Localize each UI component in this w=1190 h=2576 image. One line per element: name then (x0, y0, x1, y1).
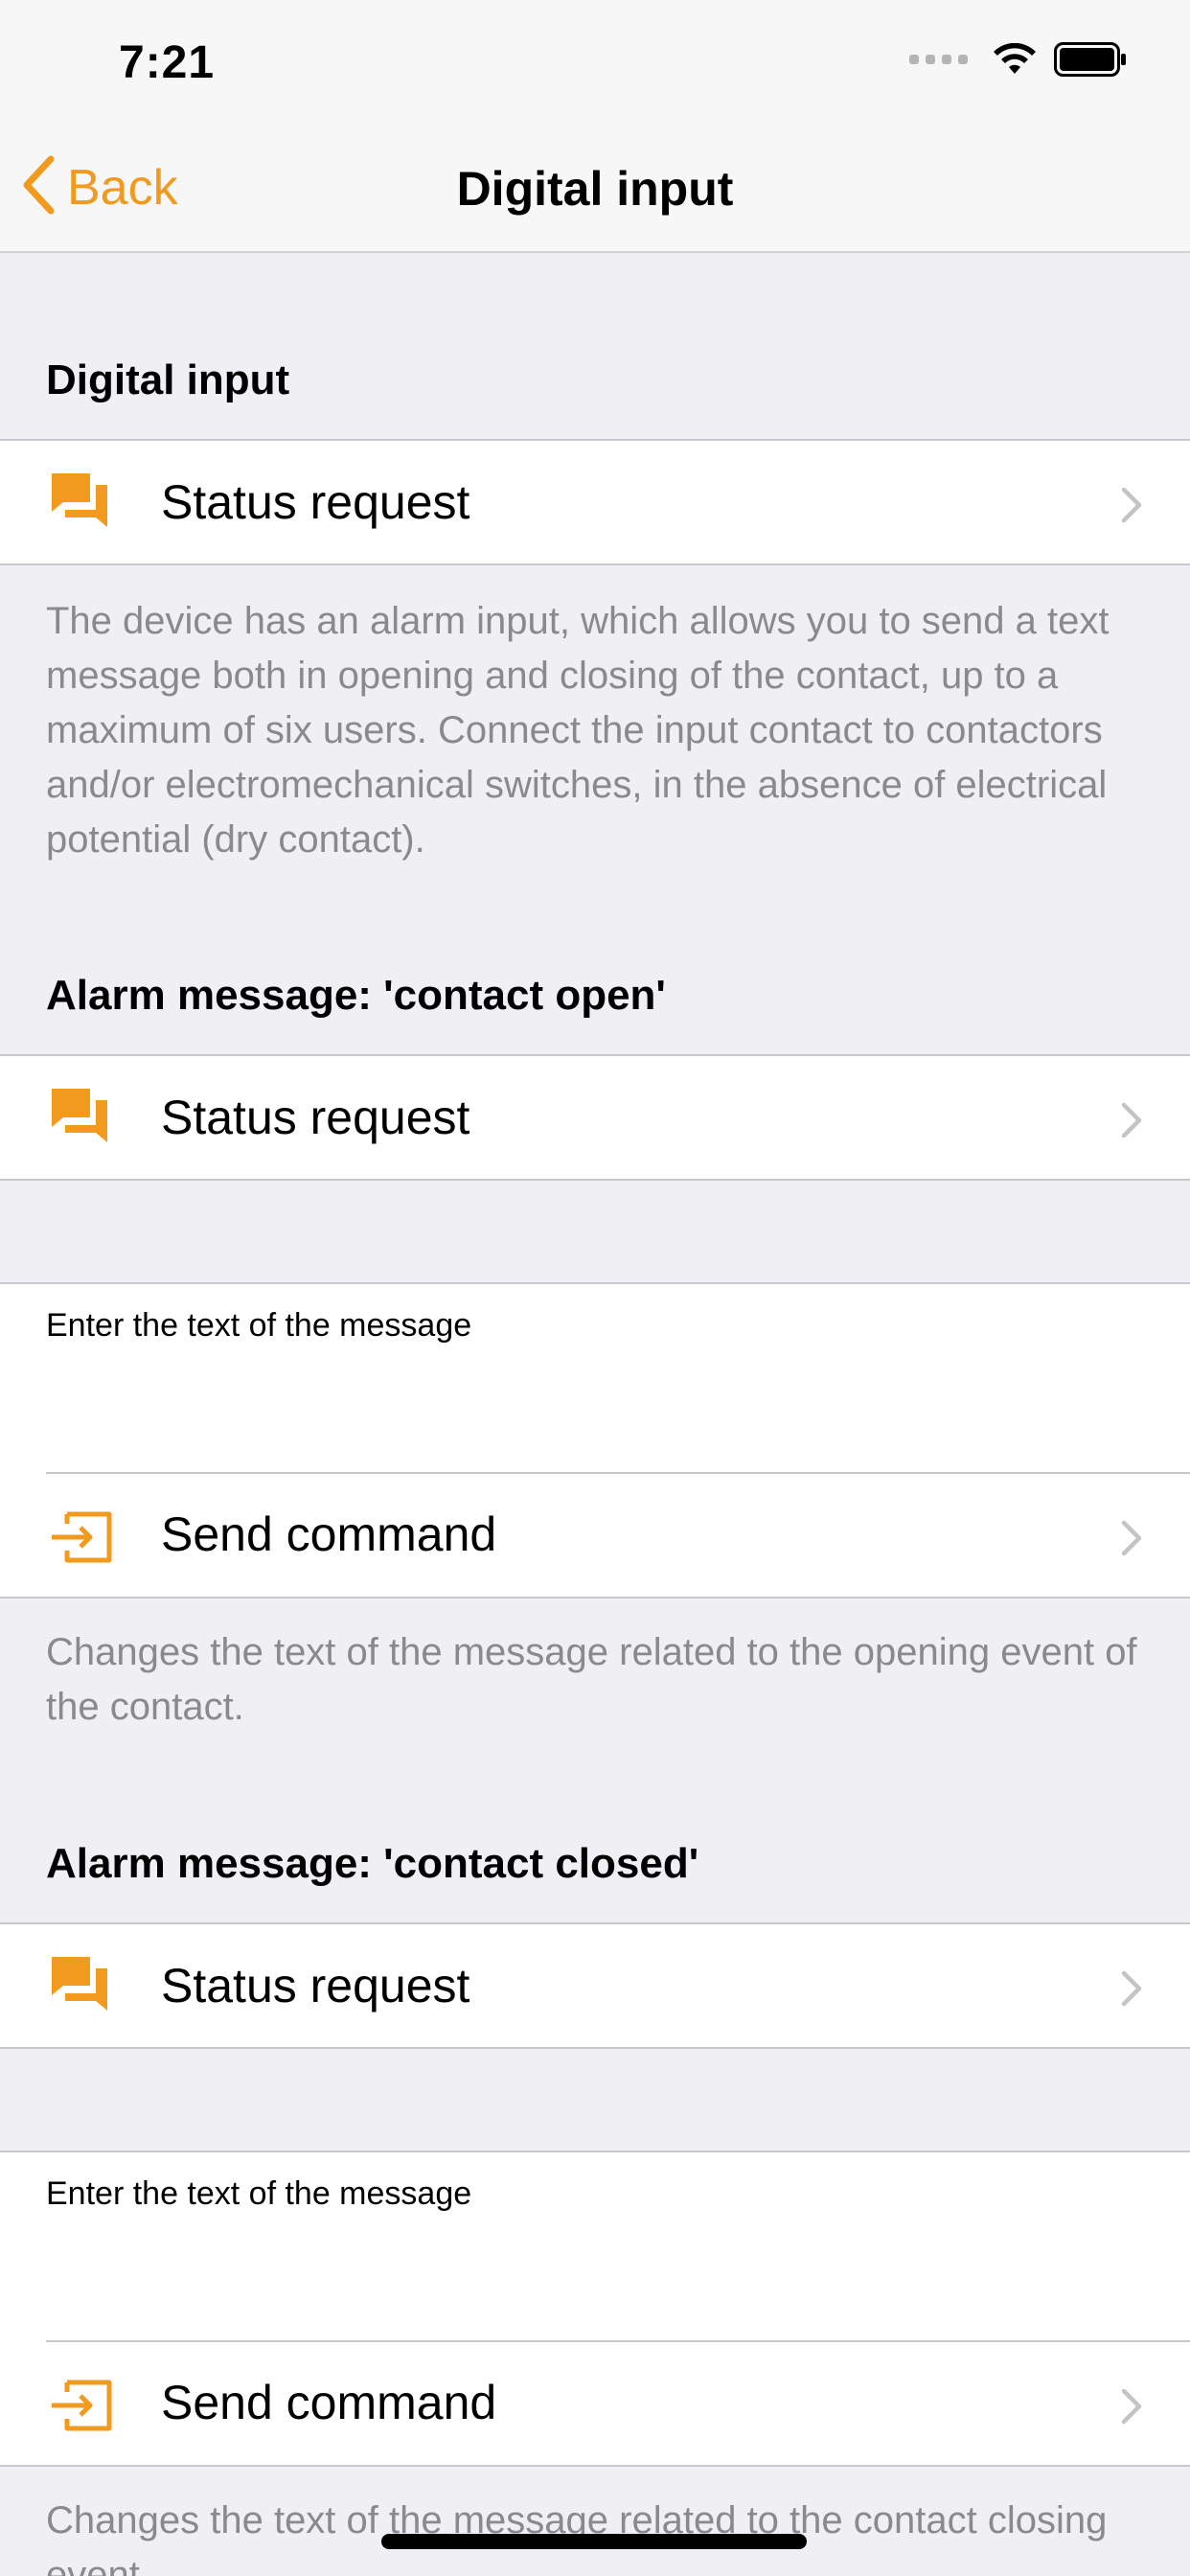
section-header-contact-open: Alarm message: 'contact open' (46, 972, 666, 1019)
section-header-digital-input: Digital input (46, 356, 290, 403)
input-arrow-icon (48, 2379, 113, 2437)
status-bar: 7:21 (0, 0, 1190, 126)
chevron-right-icon (1121, 1520, 1142, 1561)
status-indicators (909, 42, 1127, 77)
chevron-right-icon (1121, 1102, 1142, 1143)
status-request-row-2[interactable]: Status request (0, 1054, 1190, 1181)
message-text-caption: Enter the text of the message (46, 1307, 472, 1344)
message-text-block-closed: Enter the text of the message Send comma… (0, 2150, 1190, 2467)
message-text-input-closed[interactable] (46, 2229, 1148, 2325)
send-command-label: Send command (161, 1507, 497, 1561)
message-text-block-open: Enter the text of the message Send comma… (0, 1282, 1190, 1598)
status-time: 7:21 (119, 37, 216, 88)
message-text-input-open[interactable] (46, 1361, 1148, 1457)
cellular-signal-icon (909, 55, 968, 64)
send-command-row-closed[interactable]: Send command (0, 2342, 1190, 2469)
section-footer-open: Changes the text of the message related … (46, 1631, 1137, 1728)
section-footer-description: The device has an alarm input, which all… (46, 600, 1110, 861)
chevron-right-icon (1121, 1970, 1142, 2012)
chevron-right-icon (1121, 487, 1142, 528)
separator (0, 2465, 1190, 2467)
chat-bubbles-icon (48, 1085, 113, 1150)
separator (0, 1597, 1190, 1598)
status-request-label: Status request (161, 1959, 470, 2012)
section-header-contact-closed: Alarm message: 'contact closed' (46, 1840, 699, 1887)
status-request-row-1[interactable]: Status request (0, 439, 1190, 565)
status-request-label: Status request (161, 475, 470, 529)
battery-icon (1054, 42, 1127, 77)
screen: 7:21 Back Digital input Digital input St… (0, 0, 1190, 2576)
page-title: Digital input (456, 162, 734, 216)
send-command-row-open[interactable]: Send command (0, 1474, 1190, 1600)
send-command-label: Send command (161, 2376, 497, 2429)
input-arrow-icon (48, 1510, 113, 1569)
wifi-icon (993, 43, 1037, 76)
status-request-row-3[interactable]: Status request (0, 1922, 1190, 2049)
status-request-label: Status request (161, 1091, 470, 1144)
chat-bubbles-icon (48, 470, 113, 535)
message-text-caption: Enter the text of the message (46, 2175, 472, 2212)
chat-bubbles-icon (48, 1953, 113, 2018)
home-indicator[interactable] (381, 2534, 807, 2549)
navigation-bar: Back Digital input (0, 126, 1190, 253)
chevron-right-icon (1121, 2388, 1142, 2429)
